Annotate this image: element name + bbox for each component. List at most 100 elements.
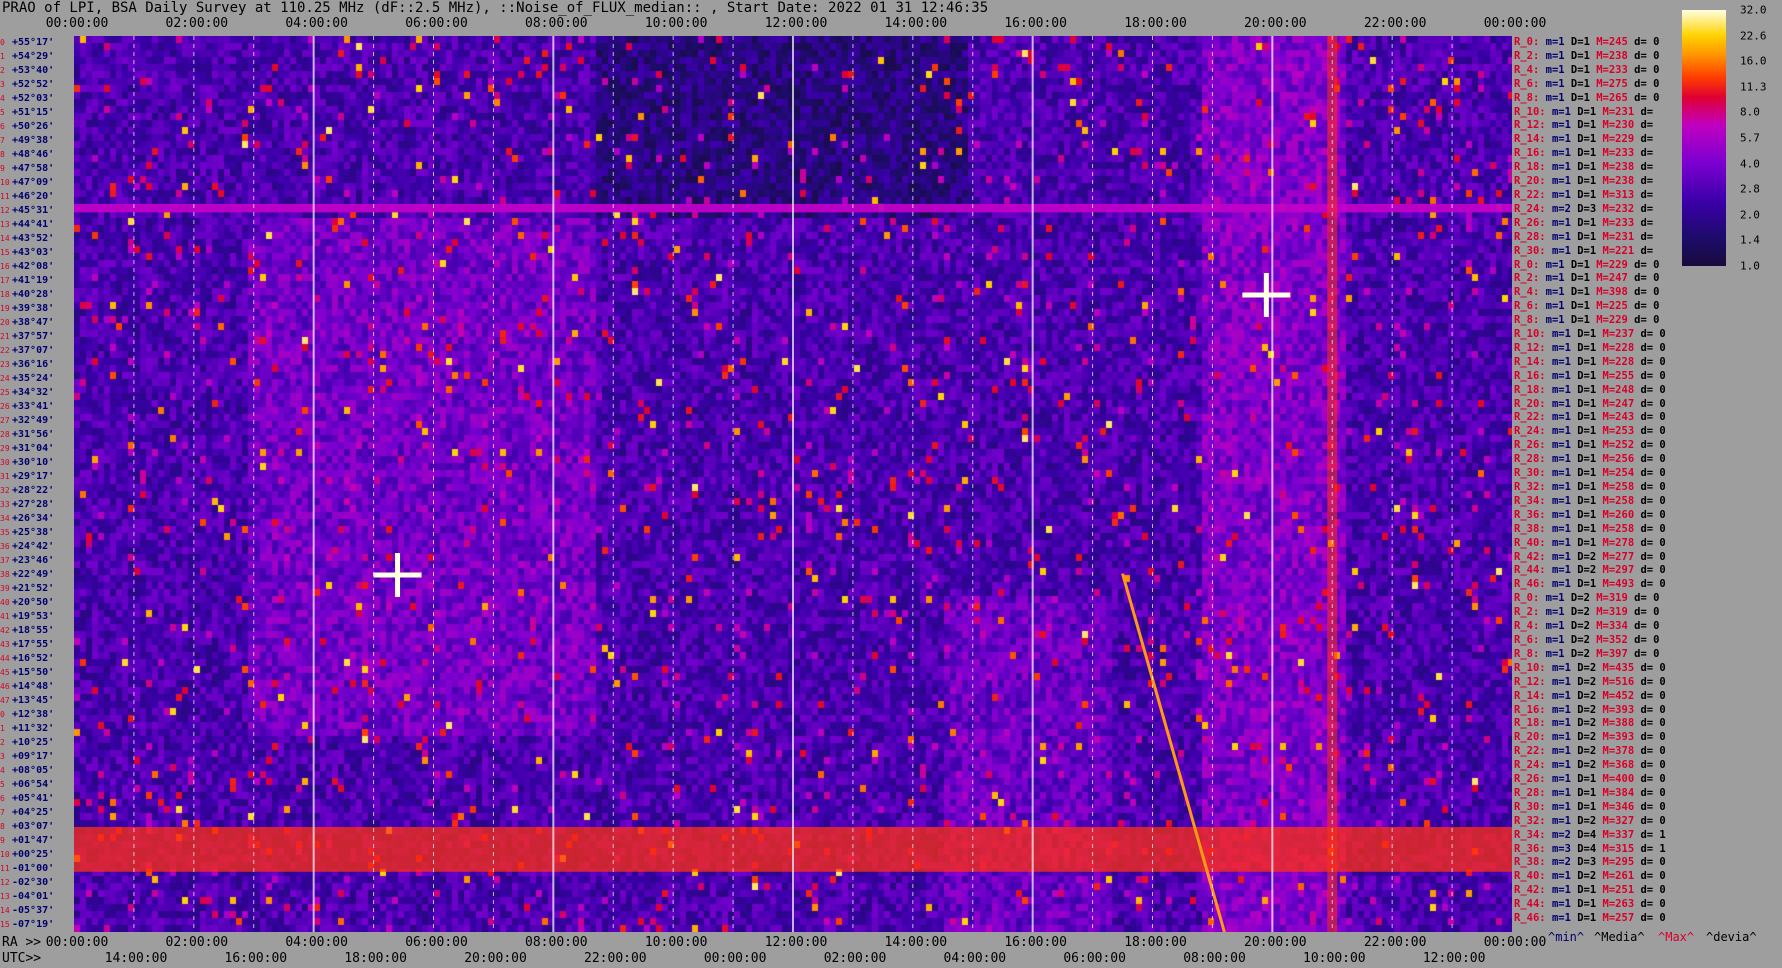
- stat-dv: d= 0: [1640, 328, 1666, 341]
- stat-r: R_18:: [1514, 383, 1546, 396]
- dec-label: 18 +40°28': [0, 290, 74, 300]
- stat-dv: d= 0: [1634, 592, 1660, 605]
- stat-m: m=1: [1545, 91, 1565, 104]
- beam-stat-row: R_32: m=1 D=2 M=327 d= 0: [1514, 815, 1666, 827]
- stat-m: m=1: [1551, 898, 1571, 911]
- utc-tick-label: 10:00:00: [1303, 951, 1366, 966]
- dec-label: 43 +17°55': [0, 640, 74, 650]
- dec-value: +10°25': [12, 737, 55, 748]
- stat-r: R_16:: [1514, 703, 1546, 716]
- utc-tick-label: 06:00:00: [1063, 951, 1126, 966]
- dec-value: +46°20': [12, 191, 55, 202]
- stat-d: D=1: [1577, 536, 1597, 549]
- dec-label: 9 +01°47': [0, 836, 74, 846]
- stat-m: m=1: [1551, 870, 1571, 883]
- beam-index: 21: [0, 332, 10, 341]
- stat-r: R_28:: [1514, 786, 1546, 799]
- beam-index: 29: [0, 444, 10, 453]
- beam-index: 9: [0, 164, 5, 173]
- stat-m: m=1: [1551, 397, 1571, 410]
- utc-tick-label: 14:00:00: [104, 951, 168, 966]
- stat-dv: d= 0: [1634, 49, 1660, 62]
- stat-d: D=2: [1577, 717, 1597, 730]
- dec-value: +19°53': [12, 611, 55, 622]
- beam-stat-row: R_16: m=1 D=1 M=233 d=: [1514, 147, 1653, 159]
- beam-stat-row: R_36: m=1 D=1 M=260 d= 0: [1514, 509, 1666, 521]
- stat-m: M=352: [1596, 633, 1628, 646]
- beam-index: 42: [0, 626, 10, 635]
- beam-index: 32: [0, 486, 10, 495]
- stat-r: R_28:: [1514, 453, 1546, 466]
- dec-value: +35°24': [12, 373, 55, 384]
- stat-d: D=1: [1577, 522, 1597, 535]
- top-tick-label: 16:00:00: [1004, 16, 1067, 31]
- dec-value: +51°15': [12, 107, 55, 118]
- stat-m: m=1: [1551, 564, 1571, 577]
- beam-index: 7: [0, 136, 5, 145]
- dec-value: +52°03': [12, 93, 55, 104]
- colorbar: [1682, 10, 1726, 266]
- dec-value: +50°26': [12, 121, 55, 132]
- beam-stat-row: R_18: m=1 D=1 M=238 d=: [1514, 161, 1653, 173]
- stat-r: R_10:: [1514, 661, 1546, 674]
- stat-m: M=247: [1602, 397, 1635, 410]
- beam-index: 11: [0, 864, 10, 873]
- stat-r: R_8:: [1514, 647, 1540, 660]
- stat-r: R_30:: [1514, 467, 1546, 480]
- top-tick-label: 20:00:00: [1244, 16, 1307, 31]
- chart-title: PRAO of LPI, BSA Daily Survey at 110.25 …: [2, 0, 989, 16]
- stat-m: M=346: [1602, 800, 1635, 813]
- beam-stat-row: R_6: m=1 D=1 M=225 d= 0: [1514, 300, 1659, 312]
- stat-m: m=2: [1551, 856, 1571, 869]
- utc-tick-label: 20:00:00: [464, 951, 527, 966]
- dec-value: +45°31': [12, 205, 55, 216]
- dec-value: +49°38': [12, 135, 55, 146]
- bright-source-mark: [373, 553, 422, 597]
- stat-m: m=1: [1545, 258, 1565, 271]
- stat-r: R_40:: [1514, 870, 1546, 883]
- stat-d: D=1: [1577, 481, 1597, 493]
- stat-r: R_36:: [1514, 508, 1546, 521]
- stat-dv: d= 0: [1640, 675, 1666, 688]
- stat-r: R_26:: [1514, 216, 1546, 229]
- stat-m: M=257: [1602, 912, 1635, 925]
- beam-index: 0: [0, 38, 5, 47]
- beam-stat-row: R_20: m=1 D=1 M=247 d= 0: [1514, 398, 1666, 410]
- dec-value: +53°40': [12, 65, 55, 76]
- stat-d: D=1: [1577, 773, 1597, 786]
- dec-label: 1 +54°29': [0, 52, 74, 62]
- dec-label: 13 -04°01': [0, 892, 74, 902]
- dec-label: 42 +18°55': [0, 626, 74, 636]
- stat-dv: d= 0: [1634, 300, 1660, 313]
- legend-min: ^min^: [1548, 930, 1585, 944]
- dec-value: -05°37': [12, 905, 55, 916]
- dec-value: +39°38': [12, 303, 55, 314]
- stat-d: D=1: [1577, 494, 1597, 507]
- stat-m: m=3: [1551, 842, 1571, 855]
- stat-m: M=398: [1596, 286, 1628, 299]
- stat-m: m=1: [1545, 49, 1565, 62]
- beam-index: 20: [0, 318, 10, 327]
- stat-m: m=1: [1551, 244, 1571, 257]
- stat-m: M=247: [1596, 272, 1628, 285]
- stat-m: m=1: [1551, 467, 1571, 480]
- dec-label: 46 +14°48': [0, 682, 74, 692]
- beam-stat-row: R_38: m=2 D=3 M=295 d= 0: [1514, 856, 1666, 868]
- dec-value: +48°46': [12, 149, 55, 160]
- stat-m: m=1: [1545, 620, 1565, 633]
- beam-stat-row: R_26: m=1 D=1 M=233 d=: [1514, 217, 1653, 229]
- stat-m: M=313: [1602, 188, 1635, 201]
- stat-d: D=2: [1570, 633, 1590, 646]
- beam-index: 1: [0, 724, 5, 733]
- stat-r: R_38:: [1514, 522, 1546, 535]
- beam-stat-row: R_26: m=1 D=1 M=252 d= 0: [1514, 439, 1666, 451]
- stat-dv: d= 0: [1634, 36, 1660, 48]
- stat-dv: d= 0: [1640, 786, 1666, 799]
- beam-stat-row: R_30: m=1 D=1 M=346 d= 0: [1514, 801, 1666, 813]
- beam-index: 6: [0, 122, 5, 131]
- beam-index: 47: [0, 696, 10, 705]
- stat-r: R_28:: [1514, 230, 1546, 243]
- beam-stat-row: R_8: m=1 D=2 M=397 d= 0: [1514, 648, 1659, 660]
- ra-tick-label: 06:00:00: [405, 935, 468, 950]
- stat-r: R_0:: [1514, 258, 1540, 271]
